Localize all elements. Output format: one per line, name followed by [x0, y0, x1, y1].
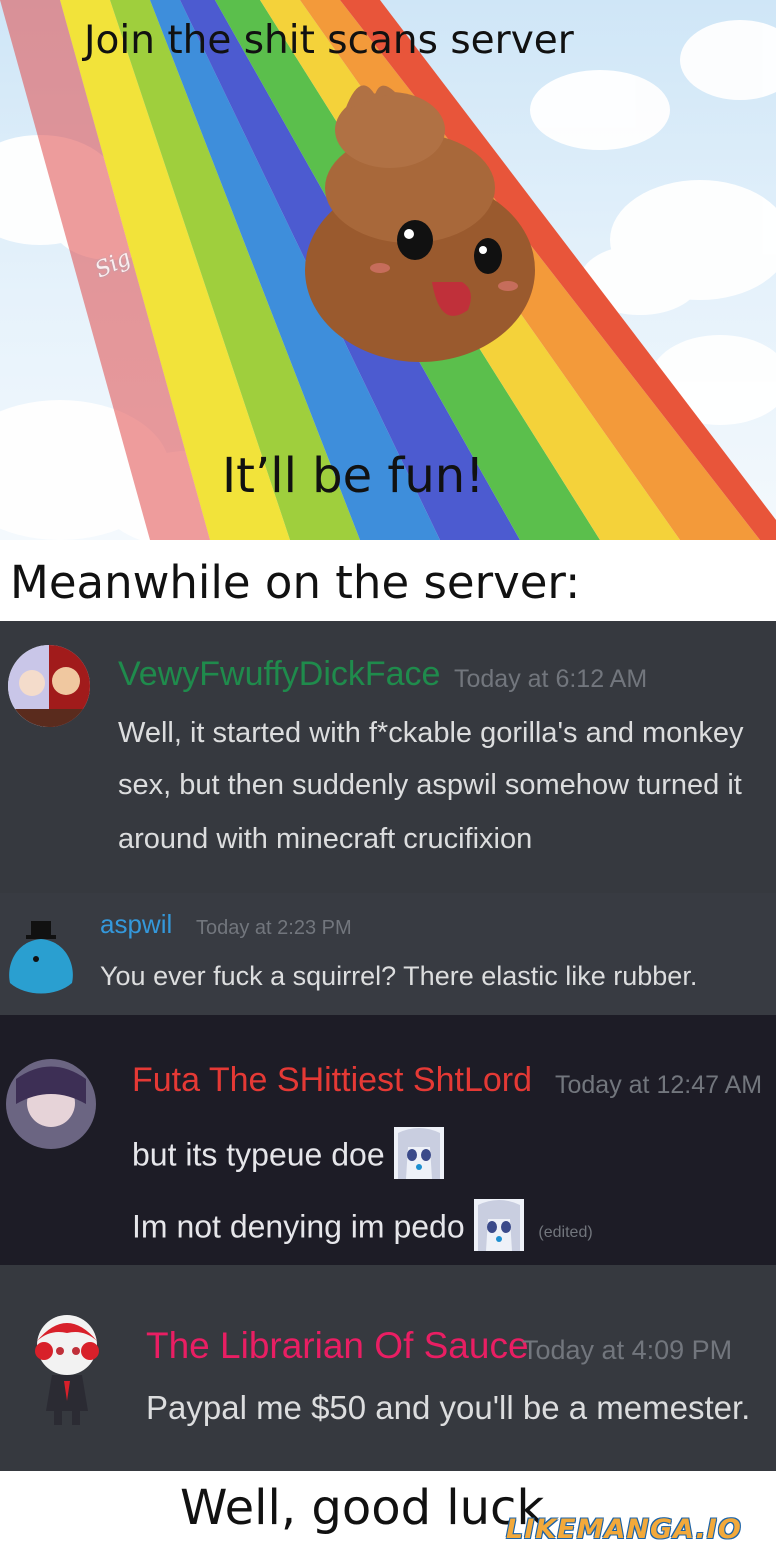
user-avatar[interactable] [6, 1059, 96, 1149]
timestamp: Today at 12:47 AM [555, 1071, 763, 1099]
poop-character [305, 85, 535, 362]
middle-caption: It’ll be fun! [222, 448, 485, 504]
username[interactable]: Futa The SHittiest ShtLord [132, 1061, 532, 1100]
chat-message: aspwil Today at 2:23 PM You ever fuck a … [0, 893, 776, 1015]
chat-message: Futa The SHittiest ShtLord Today at 12:4… [0, 1015, 776, 1265]
edited-label: (edited) [538, 1224, 593, 1242]
anime-girl-emoji-icon [473, 1199, 524, 1259]
timestamp: Today at 4:09 PM [522, 1335, 733, 1365]
message-text: around with minecraft crucifixion [118, 823, 533, 855]
timestamp: Today at 2:23 PM [196, 917, 352, 939]
username[interactable]: The Librarian Of Sauce [146, 1325, 529, 1367]
user-avatar[interactable] [8, 645, 90, 727]
message-text-content: Im not denying im pedo [132, 1208, 465, 1245]
chat-message: VewyFwuffyDickFace Today at 6:12 AM Well… [0, 621, 776, 893]
anime-girl-emoji-icon [393, 1127, 444, 1187]
top-caption: Join the shit scans server [84, 18, 574, 63]
user-avatar[interactable] [6, 921, 76, 1001]
message-text: Well, it started with f*ckable gorilla's… [118, 717, 744, 749]
meanwhile-caption: Meanwhile on the server: [10, 556, 581, 609]
message-text: Im not denying im pedo (edited) [132, 1199, 593, 1259]
username[interactable]: VewyFwuffyDickFace [118, 655, 440, 694]
user-avatar[interactable] [24, 1311, 110, 1425]
username[interactable]: aspwil [100, 909, 172, 940]
discord-chat: VewyFwuffyDickFace Today at 6:12 AM Well… [0, 621, 776, 1471]
meme-top-panel: Sig Join the shit scans server It’ll be … [0, 0, 776, 540]
message-text: sex, but then suddenly aspwil somehow tu… [118, 769, 742, 801]
message-text: but its typeue doe [132, 1127, 444, 1187]
site-watermark-logo: LIKEMANGA.IO [506, 1514, 742, 1545]
message-text-content: but its typeue doe [132, 1136, 385, 1173]
message-text: You ever fuck a squirrel? There elastic … [100, 961, 698, 991]
timestamp: Today at 6:12 AM [454, 665, 648, 693]
chat-message: The Librarian Of Sauce Today at 4:09 PM … [0, 1265, 776, 1471]
footer-caption: Well, good luck [180, 1480, 545, 1536]
message-text: Paypal me $50 and you'll be a memester. [146, 1389, 751, 1426]
